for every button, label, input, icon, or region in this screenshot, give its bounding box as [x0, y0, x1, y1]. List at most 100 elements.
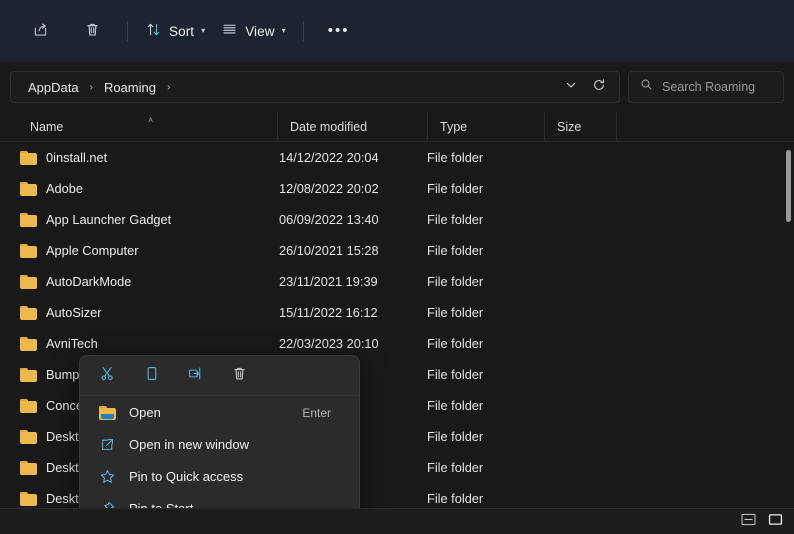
table-row[interactable]: AutoDarkMode 23/11/2021 19:39 File folde… [0, 266, 794, 297]
file-name-label: 0install.net [46, 150, 108, 165]
sort-ascending-icon: ˄ [148, 115, 154, 125]
folder-icon [20, 181, 37, 196]
table-row[interactable]: Adobe 12/08/2022 20:02 File folder [0, 173, 794, 204]
column-header-type-label: Type [440, 119, 468, 134]
file-type-cell: File folder [427, 150, 484, 165]
open-external-icon [98, 436, 116, 454]
search-input[interactable]: Search Roaming [628, 71, 784, 103]
share-icon [32, 21, 49, 41]
more-button[interactable]: ••• [313, 15, 365, 47]
table-row[interactable]: AutoSizer 15/11/2022 16:12 File folder [0, 297, 794, 328]
breadcrumb-separator-icon: › [166, 81, 171, 93]
file-type-cell: File folder [427, 336, 484, 351]
details-view-icon [740, 513, 756, 531]
copy-button[interactable] [132, 361, 170, 391]
menu-item-open-in-new-window[interactable]: Open in new window [84, 429, 355, 460]
menu-item-pin-to-quick-access[interactable]: Pin to Quick access [84, 461, 355, 492]
refresh-icon [592, 78, 606, 97]
file-name-label: AutoDarkMode [46, 274, 132, 289]
rename-icon [187, 365, 204, 387]
trash-icon [84, 21, 101, 41]
view-icon [221, 21, 238, 41]
menu-item-open-shortcut: Enter [302, 405, 331, 420]
context-menu: Open Enter Open in new window Pin to Qui… [79, 355, 360, 530]
column-headers: Name ˄ Date modified Type Size [0, 112, 794, 142]
file-date-cell: 26/10/2021 15:28 [279, 243, 379, 258]
menu-item-pin-to-quick-access-label: Pin to Quick access [129, 469, 244, 484]
file-name-label: AutoSizer [46, 305, 102, 320]
file-name-label: Apple Computer [46, 243, 139, 258]
column-header-size-label: Size [557, 119, 582, 134]
breadcrumb-item-roaming[interactable]: Roaming [99, 77, 161, 98]
file-name-cell: AvniTech [0, 336, 277, 351]
sort-button-label: Sort [169, 23, 195, 39]
breadcrumb-separator-icon: › [89, 81, 93, 93]
file-type-cell: File folder [427, 398, 484, 413]
file-type-cell: File folder [427, 460, 484, 475]
table-row[interactable]: 0install.net 14/12/2022 20:04 File folde… [0, 142, 794, 173]
file-type-cell: File folder [427, 212, 484, 227]
file-type-cell: File folder [427, 274, 484, 289]
file-date-cell: 15/11/2022 16:12 [279, 305, 378, 320]
rename-button[interactable] [176, 361, 214, 391]
search-icon [640, 78, 653, 96]
folder-icon [20, 429, 37, 444]
column-header-type[interactable]: Type [427, 112, 544, 141]
file-name-cell: AutoSizer [0, 305, 277, 320]
file-name-label: AvniTech [46, 336, 98, 351]
delete-button[interactable] [66, 15, 118, 47]
cut-button[interactable] [88, 361, 126, 391]
copy-icon [143, 365, 160, 387]
delete-button[interactable] [220, 361, 258, 391]
vertical-scrollbar[interactable] [786, 150, 791, 222]
column-header-size[interactable]: Size [544, 112, 616, 141]
large-icons-view-button[interactable] [764, 513, 786, 531]
column-header-spacer [616, 112, 794, 141]
view-button-label: View [245, 23, 275, 39]
toolbar: Sort ▾ View ▾ ••• [0, 0, 794, 62]
folder-icon [20, 398, 37, 413]
file-name-cell: App Launcher Gadget [0, 212, 277, 227]
file-type-cell: File folder [427, 367, 484, 382]
file-name-label: Adobe [46, 181, 84, 196]
file-date-cell: 14/12/2022 20:04 [279, 150, 379, 165]
file-date-cell: 06/09/2022 13:40 [279, 212, 379, 227]
refresh-button[interactable] [585, 74, 613, 100]
menu-item-open[interactable]: Open Enter [84, 397, 355, 428]
column-header-date-label: Date modified [290, 119, 368, 134]
large-icons-view-icon [768, 513, 783, 531]
folder-icon [20, 212, 37, 227]
address-bar[interactable]: AppData › Roaming › [10, 71, 620, 103]
breadcrumb: AppData › Roaming › [23, 77, 557, 98]
folder-icon [20, 243, 37, 258]
chevron-down-icon: ▾ [201, 26, 206, 35]
folder-icon [20, 460, 37, 475]
chevron-down-icon: ▾ [281, 26, 286, 35]
folder-icon [20, 367, 37, 382]
sort-icon [145, 21, 162, 41]
column-header-date-modified[interactable]: Date modified [277, 112, 427, 141]
table-row[interactable]: Apple Computer 26/10/2021 15:28 File fol… [0, 235, 794, 266]
address-bar-row: AppData › Roaming › Search Roaming [0, 62, 794, 112]
file-type-cell: File folder [427, 491, 484, 506]
star-icon [98, 468, 116, 486]
column-header-name[interactable]: Name ˄ [0, 112, 277, 141]
delete-icon [231, 365, 248, 387]
table-row[interactable]: App Launcher Gadget 06/09/2022 13:40 Fil… [0, 204, 794, 235]
file-date-cell: 22/03/2023 20:10 [279, 336, 379, 351]
menu-item-open-label: Open [129, 405, 161, 420]
folder-icon [20, 150, 37, 165]
share-button[interactable] [14, 15, 66, 47]
context-menu-header [80, 356, 359, 396]
file-name-cell: 0install.net [0, 150, 277, 165]
sort-button[interactable]: Sort ▾ [137, 15, 213, 47]
address-dropdown-button[interactable] [557, 74, 585, 100]
folder-icon [20, 274, 37, 289]
view-button[interactable]: View ▾ [213, 15, 293, 47]
details-view-button[interactable] [737, 513, 759, 531]
file-type-cell: File folder [427, 181, 484, 196]
folder-icon [20, 491, 37, 506]
file-name-label: App Launcher Gadget [46, 212, 172, 227]
chevron-down-icon [565, 78, 577, 96]
breadcrumb-item-appdata[interactable]: AppData [23, 77, 84, 98]
